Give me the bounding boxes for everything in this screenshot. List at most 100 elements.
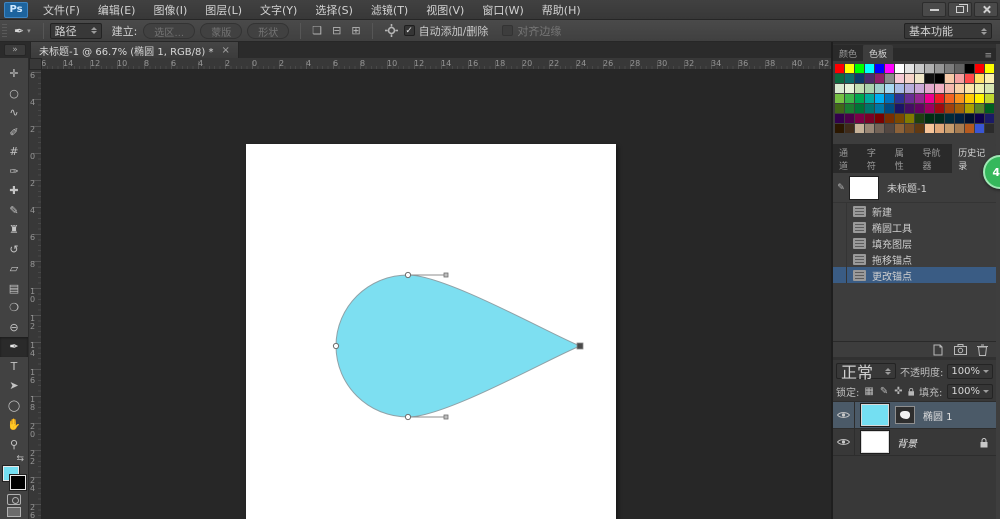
color-swatch[interactable] <box>875 84 884 93</box>
color-swatch[interactable] <box>855 114 864 123</box>
minimize-button[interactable] <box>922 2 946 17</box>
horizontal-ruler[interactable]: 1614121086420246810121416182022242628303… <box>29 58 831 70</box>
layer-row-ellipse[interactable]: 椭圆 1 <box>833 402 996 429</box>
lock-transparent-pixels-icon[interactable]: ▦ <box>864 386 873 397</box>
color-swatch[interactable] <box>875 64 884 73</box>
restore-button[interactable] <box>948 2 972 17</box>
color-swatch[interactable] <box>915 114 924 123</box>
color-swatch[interactable] <box>845 124 854 133</box>
clone-stamp-tool[interactable]: ♜ <box>0 220 28 240</box>
menu-item[interactable]: 选择(S) <box>306 0 362 19</box>
teardrop-shape-path[interactable] <box>336 275 580 417</box>
color-swatch[interactable] <box>885 64 894 73</box>
history-state-row[interactable]: 填充图层 <box>833 235 996 251</box>
color-swatch[interactable] <box>855 104 864 113</box>
menu-item[interactable]: 文件(F) <box>34 0 89 19</box>
color-swatch[interactable] <box>975 84 984 93</box>
pasteboard[interactable] <box>42 70 831 519</box>
color-swatch[interactable] <box>955 124 964 133</box>
color-swatch[interactable] <box>895 104 904 113</box>
color-swatch[interactable] <box>925 114 934 123</box>
color-swatch[interactable] <box>895 94 904 103</box>
tool-preset-caret-icon[interactable]: ▾ <box>27 27 31 35</box>
color-swatch[interactable] <box>865 124 874 133</box>
color-swatch[interactable] <box>955 84 964 93</box>
color-swatch[interactable] <box>885 84 894 93</box>
history-source-checkbox[interactable] <box>833 267 847 283</box>
color-swatch[interactable] <box>985 64 994 73</box>
gear-icon[interactable] <box>385 24 398 37</box>
color-swatch[interactable] <box>985 104 994 113</box>
history-source-checkbox[interactable] <box>833 251 847 267</box>
color-swatch[interactable] <box>975 94 984 103</box>
color-swatch[interactable] <box>905 104 914 113</box>
color-swatch[interactable] <box>855 124 864 133</box>
align-edges-checkbox[interactable]: 对齐边缘 <box>502 23 561 39</box>
color-swatch[interactable] <box>845 94 854 103</box>
color-swatch[interactable] <box>925 124 934 133</box>
canvas[interactable] <box>246 144 616 519</box>
color-swatch[interactable] <box>935 84 944 93</box>
color-swatch[interactable] <box>945 114 954 123</box>
color-swatch[interactable] <box>935 124 944 133</box>
color-swatch[interactable] <box>955 104 964 113</box>
panel-tab[interactable]: 色板 <box>863 45 893 61</box>
color-swatch[interactable] <box>875 104 884 113</box>
history-state-row[interactable]: 拖移锚点 <box>833 251 996 267</box>
panel-tab[interactable]: 通道 <box>833 144 861 173</box>
color-swatch[interactable] <box>905 94 914 103</box>
menu-item[interactable]: 窗口(W) <box>473 0 532 19</box>
color-swatch[interactable] <box>895 84 904 93</box>
color-swatch[interactable] <box>865 64 874 73</box>
color-swatch[interactable] <box>975 74 984 83</box>
history-snapshot-row[interactable]: ✎ 未标题-1 <box>833 173 996 203</box>
color-swatch[interactable] <box>915 74 924 83</box>
make-button[interactable]: 选区… <box>143 23 195 39</box>
color-swatch[interactable] <box>925 94 934 103</box>
color-swatch[interactable] <box>885 74 894 83</box>
panel-tab[interactable]: 字符 <box>861 144 889 173</box>
color-swatch[interactable] <box>855 94 864 103</box>
dodge-tool[interactable]: ⊖ <box>0 318 28 338</box>
color-swatch[interactable] <box>975 104 984 113</box>
color-swatch[interactable] <box>965 74 974 83</box>
pen-tool[interactable]: ✒ <box>0 337 28 357</box>
color-swatch[interactable] <box>945 94 954 103</box>
layer-name[interactable]: 椭圆 1 <box>923 408 953 423</box>
color-swatch[interactable] <box>895 74 904 83</box>
color-swatch[interactable] <box>835 64 844 73</box>
color-swatch[interactable] <box>975 64 984 73</box>
color-swatch[interactable] <box>855 74 864 83</box>
menu-item[interactable]: 帮助(H) <box>533 0 590 19</box>
panel-toggle-button[interactable]: » <box>4 44 26 56</box>
panel-tab[interactable]: 颜色 <box>833 45 863 61</box>
blur-tool[interactable]: ❍ <box>0 298 28 318</box>
ruler-origin-corner[interactable] <box>29 58 42 70</box>
layer-row-background[interactable]: 背景 <box>833 429 996 456</box>
color-swatch[interactable] <box>965 104 974 113</box>
color-swatch[interactable] <box>885 94 894 103</box>
color-swatch[interactable] <box>915 84 924 93</box>
layer-thumbnail[interactable] <box>861 431 889 453</box>
bottom-handle-end[interactable] <box>444 415 448 419</box>
color-swatch[interactable] <box>945 84 954 93</box>
eraser-tool[interactable]: ▱ <box>0 259 28 279</box>
zoom-tool[interactable]: ⚲ <box>0 435 28 455</box>
tip-anchor-point-selected[interactable] <box>577 343 583 349</box>
color-swatch[interactable] <box>975 114 984 123</box>
eyedropper-tool[interactable]: ✑ <box>0 162 28 182</box>
color-swatch[interactable] <box>835 94 844 103</box>
color-swatch[interactable] <box>915 104 924 113</box>
history-source-checkbox[interactable] <box>833 203 847 219</box>
vertical-ruler[interactable]: 64202468101214161820222426 <box>29 70 42 519</box>
color-swatch[interactable] <box>945 104 954 113</box>
path-arrangement-icon[interactable]: ⊞ <box>346 24 365 37</box>
left-anchor-point[interactable] <box>333 343 338 348</box>
move-tool[interactable]: ✛ <box>0 64 28 84</box>
color-swatch[interactable] <box>845 84 854 93</box>
color-swatch[interactable] <box>875 94 884 103</box>
background-color-swatch[interactable] <box>10 475 26 490</box>
tool-mode-select[interactable]: 路径 <box>50 23 102 39</box>
color-swatch[interactable] <box>945 74 954 83</box>
pen-tool-preset-icon[interactable]: ✒ <box>11 24 27 38</box>
